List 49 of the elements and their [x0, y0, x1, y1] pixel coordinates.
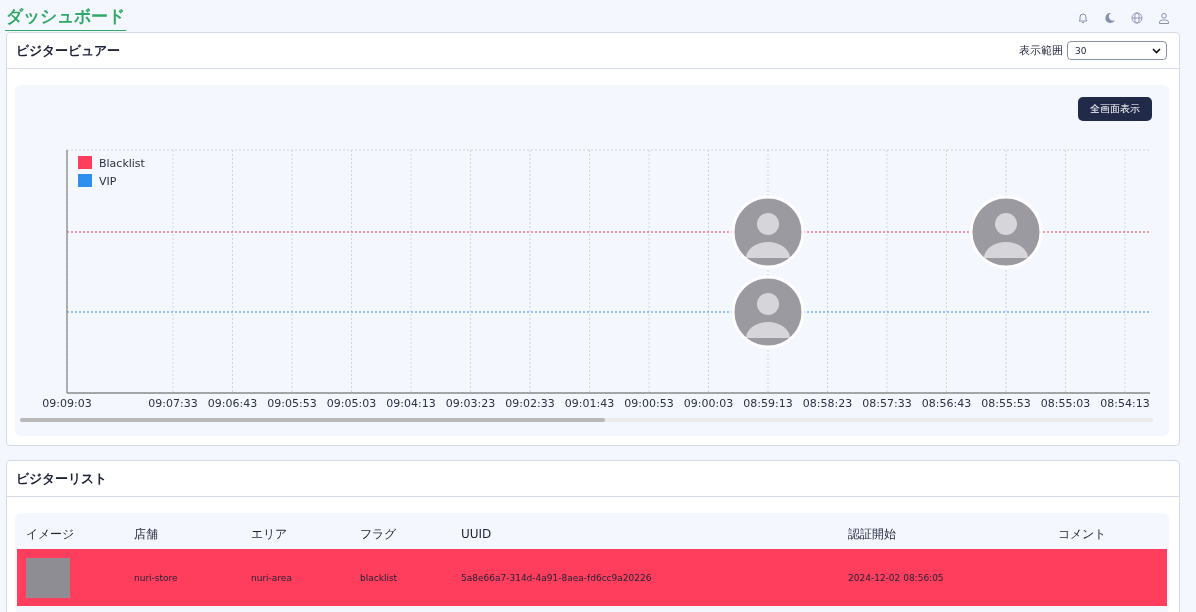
column-header: UUID	[461, 527, 493, 541]
time-label: 09:01:43	[564, 397, 615, 410]
range-label: 表示範囲	[1019, 43, 1063, 58]
time-label: 09:03:23	[445, 397, 496, 410]
bell-icon[interactable]	[1077, 12, 1089, 24]
globe-icon[interactable]	[1131, 12, 1143, 24]
table-cell-text: 2024-12-02 08:56:05	[848, 572, 945, 583]
column-header: 店舗	[134, 525, 159, 543]
time-label: 08:55:53	[981, 397, 1031, 410]
avatar-placeholder[interactable]	[731, 195, 805, 269]
table-cell-text: nuri-area	[251, 572, 293, 583]
time-label: 09:07:33	[148, 397, 198, 410]
fullscreen-button[interactable]: 全画面表示	[1078, 97, 1152, 121]
horizontal-scrollbar[interactable]	[20, 418, 1153, 422]
column-header: フラグ	[360, 525, 397, 543]
time-label: 09:04:13	[386, 397, 436, 410]
avatar-placeholder[interactable]	[969, 195, 1043, 269]
time-label: 09:00:53	[624, 397, 674, 410]
legend-label: Blacklist	[99, 157, 145, 170]
range-select[interactable]: 30	[1067, 41, 1167, 60]
time-label: 09:00:03	[683, 397, 734, 410]
table-row[interactable]: nuri-store nuri-area blacklist 5a8e66a7-314d-4a91-8aea-fd6cc9a20226 2024-12-02 08:56:05	[17, 549, 1167, 606]
table-cell-text: blacklist	[360, 572, 399, 583]
card-title: ビジタービュアー	[16, 41, 120, 60]
moon-icon[interactable]	[1104, 12, 1116, 24]
time-label: 09:05:53	[267, 397, 317, 410]
time-label: 09:05:03	[326, 397, 377, 410]
time-label: 08:58:23	[802, 397, 853, 410]
page-title: ダッシュボード	[5, 0, 126, 31]
table-cell-text: nuri-store	[134, 572, 179, 583]
time-label: 08:55:03	[1040, 397, 1091, 410]
time-label: 09:02:33	[505, 397, 555, 410]
time-label: 08:54:13	[1100, 397, 1150, 410]
photo-placeholder	[26, 557, 70, 598]
card-title: ビジターリスト	[16, 469, 107, 488]
time-label: 09:06:43	[207, 397, 258, 410]
user-icon[interactable]	[1158, 12, 1170, 24]
time-label: 08:59:13	[743, 397, 793, 410]
column-header: エリア	[251, 525, 288, 543]
time-label: 08:57:33	[862, 397, 912, 410]
column-header: 認証開始	[848, 525, 897, 543]
time-label: 09:09:03	[42, 397, 92, 410]
chevron-down-icon	[1152, 47, 1161, 54]
legend-label: VIP	[99, 175, 117, 188]
column-header: コメント	[1058, 525, 1106, 543]
table-cell-text: 5a8e66a7-314d-4a91-8aea-fd6cc9a20226	[461, 572, 653, 583]
time-label: 08:56:43	[921, 397, 972, 410]
avatar-placeholder[interactable]	[731, 275, 805, 349]
column-header: イメージ	[25, 525, 75, 543]
